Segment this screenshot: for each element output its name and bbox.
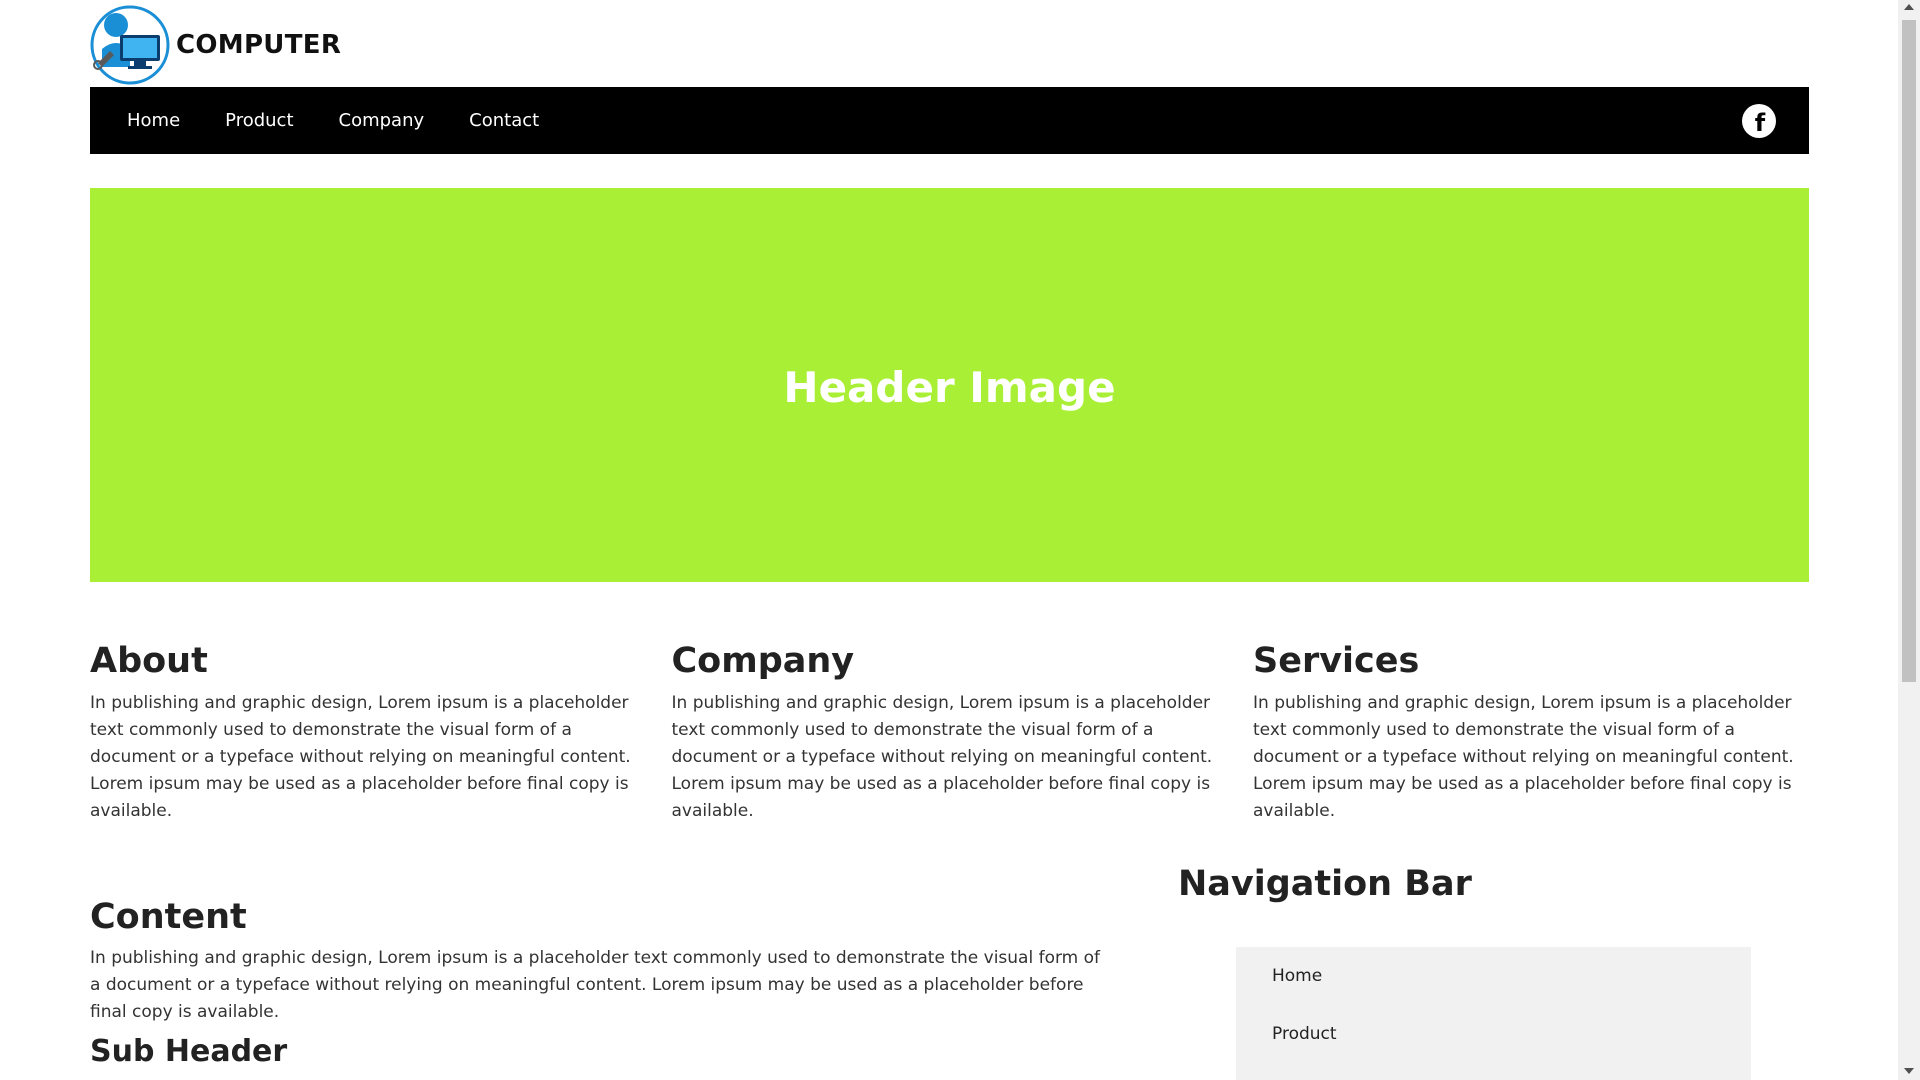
sidebar-item-product[interactable]: Product bbox=[1236, 1005, 1751, 1063]
sidebar-title: Navigation Bar bbox=[1178, 864, 1472, 904]
top-nav-links: Home Product Company Contact bbox=[127, 110, 584, 131]
nav-link-contact[interactable]: Contact bbox=[469, 110, 539, 131]
about-text: In publishing and graphic design, Lorem … bbox=[90, 693, 631, 821]
top-navigation-bar: Home Product Company Contact f bbox=[90, 87, 1809, 154]
company-heading: Company bbox=[671, 641, 855, 681]
about-column: About In publishing and graphic design, … bbox=[90, 640, 646, 825]
info-columns: About In publishing and graphic design, … bbox=[90, 640, 1809, 825]
about-heading: About bbox=[90, 641, 208, 681]
facebook-icon[interactable]: f bbox=[1742, 104, 1776, 138]
page: COMPUTER Home Product Company Contact f … bbox=[0, 0, 1898, 1080]
brand-name: COMPUTER bbox=[176, 30, 342, 60]
scroll-up-arrow-icon[interactable] bbox=[1904, 4, 1914, 10]
sidebar-item-home[interactable]: Home bbox=[1236, 947, 1751, 1005]
company-text: In publishing and graphic design, Lorem … bbox=[671, 693, 1213, 821]
scrollbar-thumb[interactable] bbox=[1902, 20, 1916, 682]
scroll-down-arrow-icon[interactable] bbox=[1904, 1068, 1914, 1074]
services-column: Services In publishing and graphic desig… bbox=[1253, 640, 1809, 825]
nav-link-home[interactable]: Home bbox=[127, 110, 180, 131]
services-heading: Services bbox=[1253, 641, 1420, 681]
content-heading: Content bbox=[90, 897, 247, 937]
header-image-banner: Header Image bbox=[90, 188, 1809, 582]
company-column: Company In publishing and graphic design… bbox=[672, 640, 1228, 825]
services-text: In publishing and graphic design, Lorem … bbox=[1253, 693, 1794, 821]
hero-title: Header Image bbox=[783, 362, 1116, 412]
side-navigation: Home Product bbox=[1236, 947, 1751, 1080]
content-text: In publishing and graphic design, Lorem … bbox=[90, 948, 1101, 1022]
logo[interactable]: COMPUTER bbox=[90, 5, 341, 85]
vertical-scrollbar[interactable] bbox=[1898, 0, 1920, 1080]
computer-logo-icon bbox=[90, 5, 172, 85]
nav-link-company[interactable]: Company bbox=[339, 110, 425, 131]
nav-link-product[interactable]: Product bbox=[225, 110, 293, 131]
sub-header: Sub Header bbox=[90, 1034, 288, 1069]
content-section: Content In publishing and graphic design… bbox=[90, 895, 1110, 1072]
facebook-glyph: f bbox=[1754, 109, 1766, 137]
